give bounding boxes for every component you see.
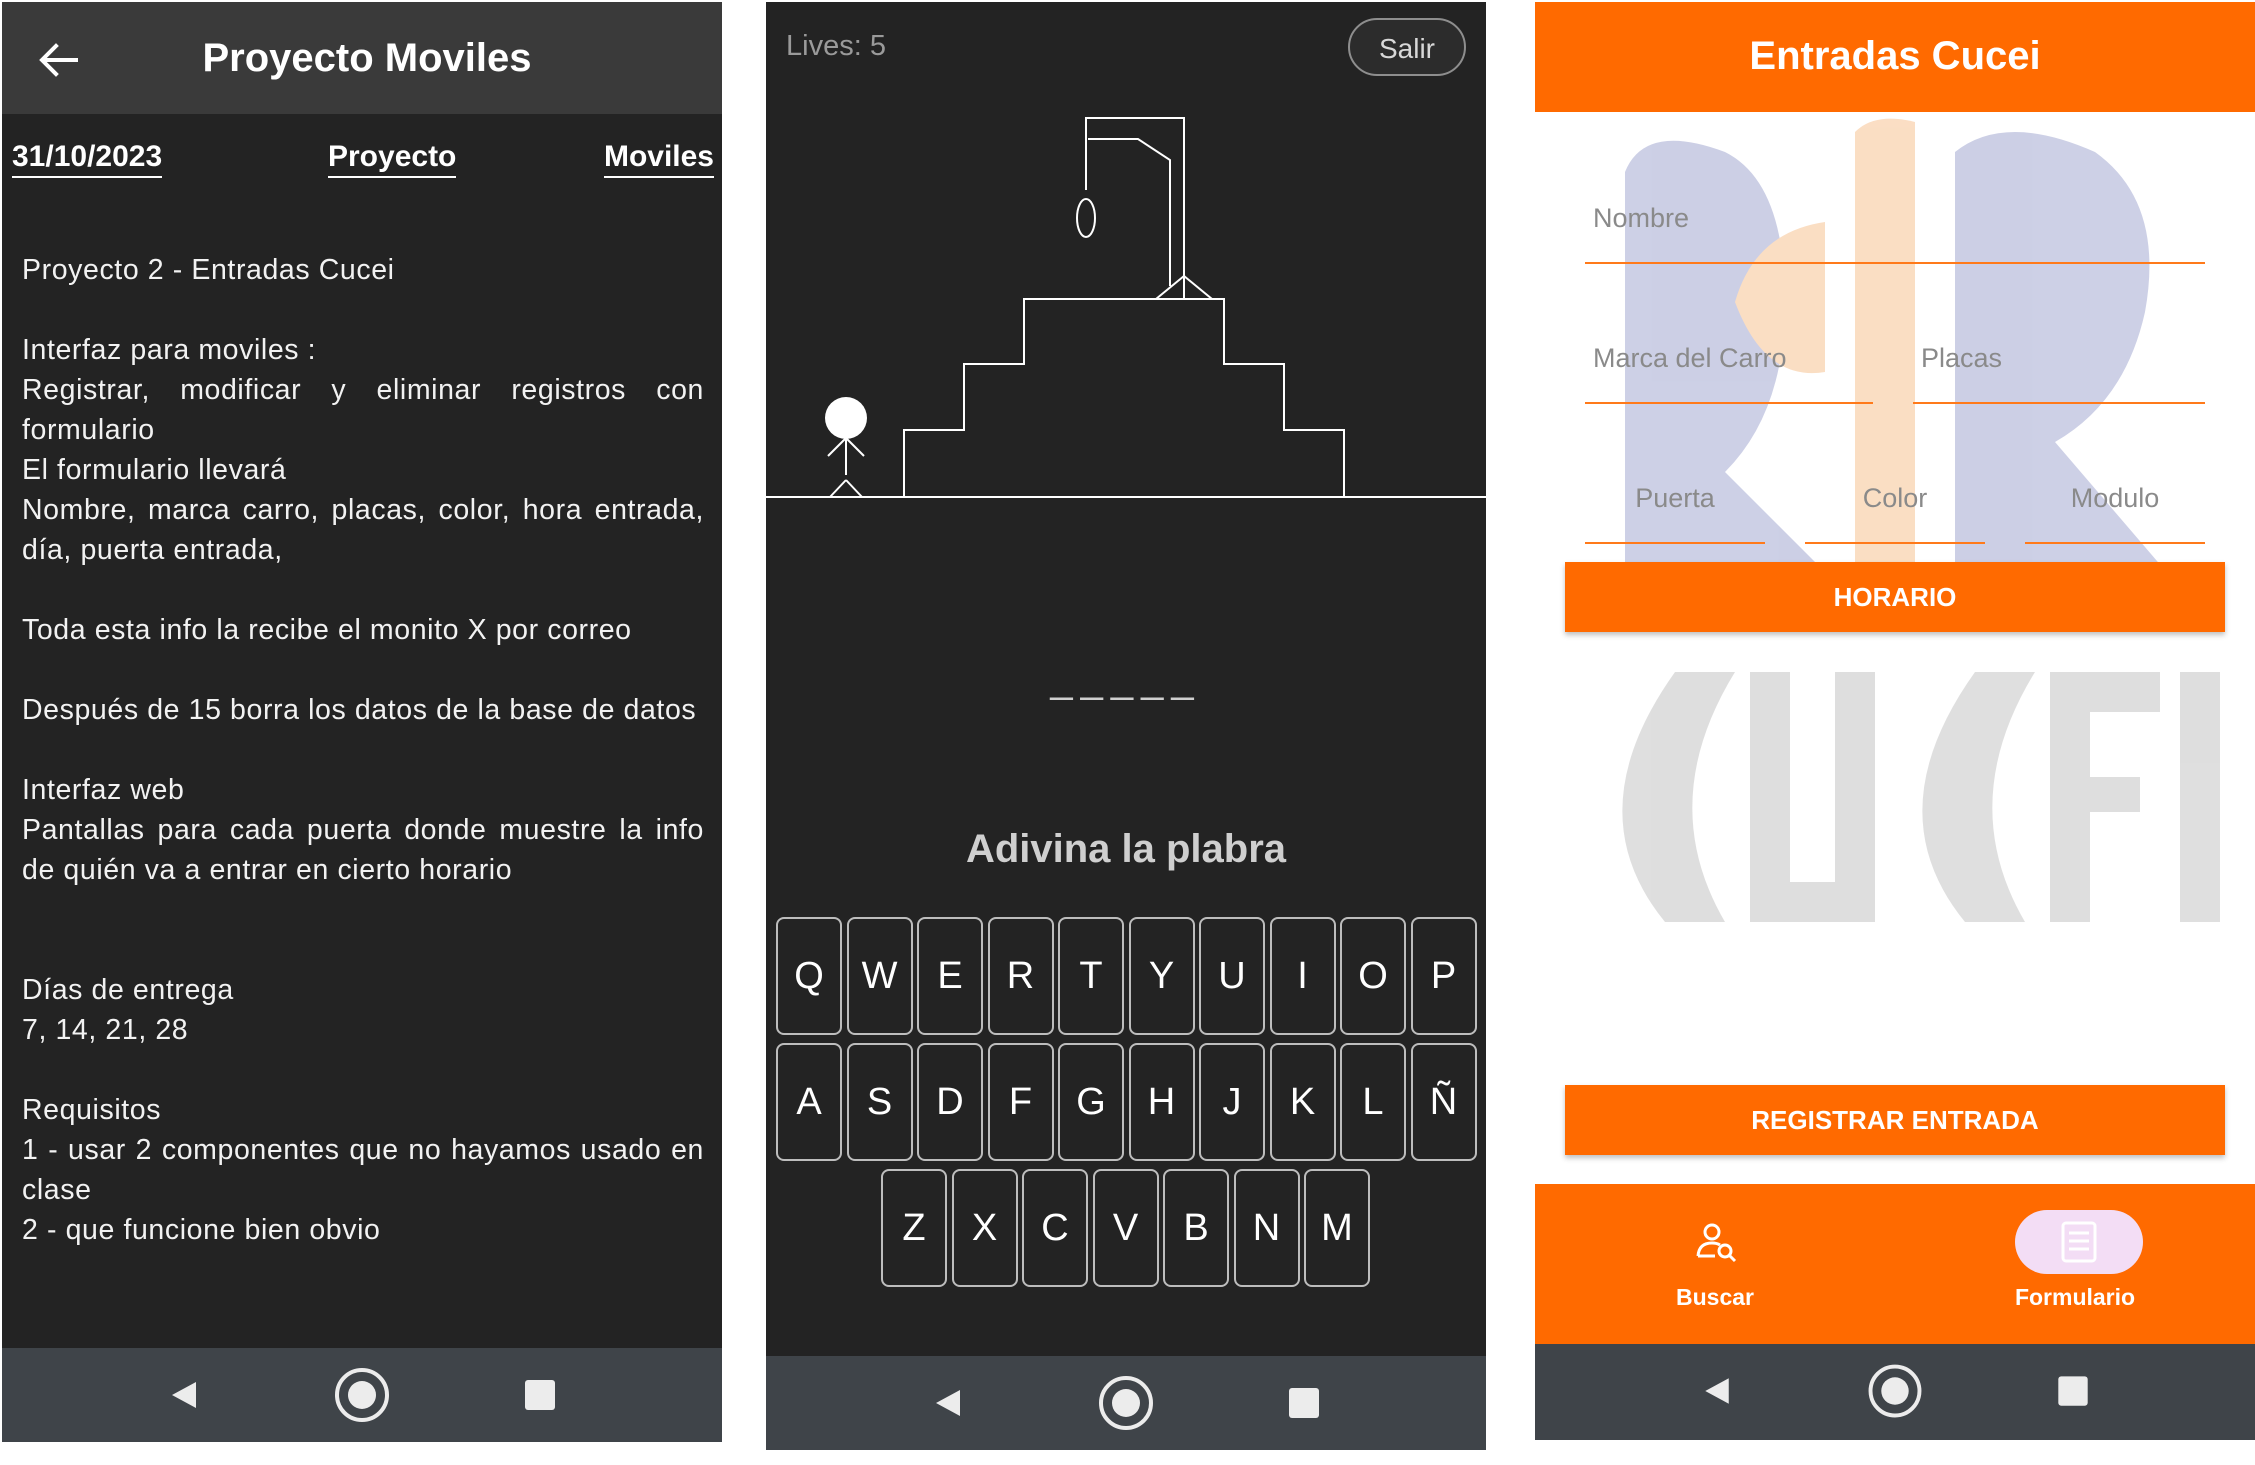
placas-placeholder: Placas: [1921, 343, 2003, 373]
key-c[interactable]: C: [1022, 1169, 1088, 1287]
page-title: Entradas Cucei: [1749, 34, 2041, 78]
tab-proyecto[interactable]: Proyecto: [328, 140, 457, 178]
puerta-field[interactable]: Puerta: [1585, 442, 1765, 544]
note-line: Requisitos: [22, 1094, 162, 1126]
key-t[interactable]: T: [1058, 917, 1124, 1035]
key-a[interactable]: A: [776, 1043, 842, 1161]
entradas-form-screen: Entradas Cucei Nombre Marca del Carro Pl…: [1535, 2, 2255, 1440]
nav-label-buscar: Buscar: [1676, 1284, 1754, 1310]
key-z[interactable]: Z: [881, 1169, 947, 1287]
key-r[interactable]: R: [987, 917, 1054, 1035]
modulo-field[interactable]: Modulo: [2025, 442, 2205, 544]
horario-button[interactable]: HORARIO: [1565, 562, 2225, 632]
color-field[interactable]: Color: [1805, 442, 1985, 544]
nav-recents-icon[interactable]: [518, 1348, 562, 1442]
note-line: Interfaz web: [22, 774, 185, 806]
note-line: Interfaz para moviles :: [22, 334, 317, 366]
app-bar: Proyecto Moviles: [2, 2, 722, 114]
nav-home-icon[interactable]: [1096, 1356, 1156, 1450]
note-line: Después de 15 borra los datos de la base…: [22, 694, 697, 726]
document-list-icon: [2061, 1221, 2097, 1263]
key-y[interactable]: Y: [1128, 917, 1195, 1035]
nav-home-icon[interactable]: [332, 1348, 392, 1442]
nav-item-buscar[interactable]: Buscar: [1535, 1184, 1895, 1344]
key-n[interactable]: N: [1233, 1169, 1300, 1287]
note-body: Proyecto 2 - Entradas Cucei Interfaz par…: [22, 250, 704, 1250]
key-i[interactable]: I: [1269, 917, 1336, 1035]
hangman-screen: Lives: 5 Salir _____ Adivina la plabra Q…: [766, 2, 1486, 1450]
nav-home-icon[interactable]: [1865, 1344, 1925, 1438]
key-w[interactable]: W: [846, 917, 913, 1035]
note-line: Proyecto 2 - Entradas Cucei: [22, 254, 395, 286]
puerta-placeholder: Puerta: [1635, 483, 1715, 513]
guess-prompt: Adivina la plabra: [965, 827, 1287, 871]
nav-label-formulario: Formulario: [2014, 1284, 2136, 1310]
key-o[interactable]: O: [1340, 917, 1406, 1035]
note-line: Días de entrega: [22, 974, 234, 1006]
key-p[interactable]: P: [1410, 917, 1477, 1035]
nav-back-icon[interactable]: [1695, 1344, 1739, 1438]
key-s[interactable]: S: [846, 1043, 913, 1161]
nombre-field[interactable]: Nombre: [1585, 122, 2205, 264]
key-v[interactable]: V: [1092, 1169, 1159, 1287]
key-j[interactable]: J: [1199, 1043, 1265, 1161]
key-q[interactable]: Q: [776, 917, 842, 1035]
key-h[interactable]: H: [1128, 1043, 1195, 1161]
word-blanks: _____: [1050, 657, 1202, 701]
nav-back-icon[interactable]: [926, 1356, 970, 1450]
system-nav-bar: [2, 1348, 722, 1442]
cucei-logo-watermark: [1622, 118, 2220, 922]
nav-recents-icon[interactable]: [1282, 1356, 1326, 1450]
marca-field[interactable]: Marca del Carro: [1585, 302, 1873, 404]
app-bar: Entradas Cucei: [1535, 2, 2255, 112]
note-line: Registrar, modificar y eliminar registro…: [22, 374, 704, 446]
nav-item-formulario[interactable]: Formulario: [1895, 1184, 2255, 1344]
register-entry-button[interactable]: REGISTRAR ENTRADA: [1565, 1085, 2225, 1155]
key-g[interactable]: G: [1058, 1043, 1124, 1161]
bottom-navigation: Buscar Formulario: [1535, 1184, 2255, 1344]
marca-placeholder: Marca del Carro: [1593, 343, 1787, 373]
placas-field[interactable]: Placas: [1913, 302, 2205, 404]
key-x[interactable]: X: [951, 1169, 1018, 1287]
nav-back-icon[interactable]: [162, 1348, 206, 1442]
project-notes-screen: Proyecto Moviles 31/10/2023 Proyecto Mov…: [2, 2, 722, 1442]
note-line: 2 - que funcione bien obvio: [22, 1214, 381, 1246]
system-nav-bar: [1535, 1344, 2255, 1440]
key-u[interactable]: U: [1199, 917, 1265, 1035]
key-ñ[interactable]: Ñ: [1410, 1043, 1477, 1161]
note-line: 1 - usar 2 componentes que no hayamos us…: [22, 1134, 704, 1206]
key-b[interactable]: B: [1163, 1169, 1229, 1287]
tab-moviles[interactable]: Moviles: [603, 140, 714, 178]
key-d[interactable]: D: [917, 1043, 983, 1161]
key-l[interactable]: L: [1340, 1043, 1406, 1161]
system-nav-bar: [766, 1356, 1486, 1450]
modulo-placeholder: Modulo: [2070, 483, 2160, 513]
nav-recents-icon[interactable]: [2051, 1344, 2095, 1438]
note-line: 7, 14, 21, 28: [22, 1014, 189, 1046]
nombre-placeholder: Nombre: [1593, 203, 1690, 233]
key-k[interactable]: K: [1269, 1043, 1336, 1161]
note-line: Toda esta info la recibe el monito X por…: [22, 614, 632, 646]
key-e[interactable]: E: [917, 917, 983, 1035]
note-line: Nombre, marca carro, placas, color, hora…: [22, 494, 704, 566]
note-line: El formulario llevará: [22, 454, 287, 486]
note-line: Pantallas para cada puerta donde muestre…: [22, 814, 704, 886]
tab-date[interactable]: 31/10/2023: [12, 140, 163, 178]
key-f[interactable]: F: [987, 1043, 1054, 1161]
key-m[interactable]: M: [1304, 1169, 1370, 1287]
gallows-drawing: [766, 117, 1486, 498]
person-search-icon: [1696, 1223, 1737, 1263]
page-title: Proyecto Moviles: [202, 36, 532, 80]
color-placeholder: Color: [1862, 483, 1928, 513]
